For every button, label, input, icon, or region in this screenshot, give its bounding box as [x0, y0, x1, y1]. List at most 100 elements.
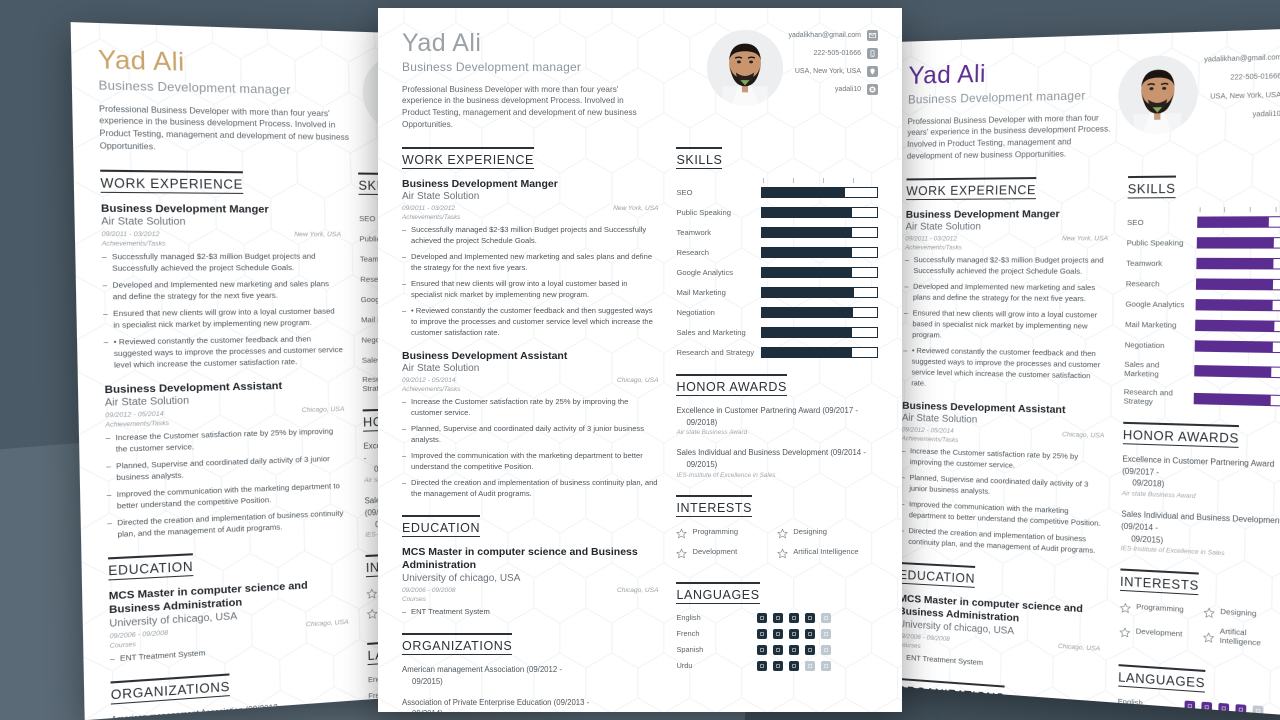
skype-icon[interactable]: S	[867, 84, 878, 95]
skill-row: Sales and Marketing	[676, 327, 878, 339]
skill-bar	[1194, 364, 1280, 378]
skill-bar	[761, 307, 878, 319]
skill-row: Sales and Marketing	[1124, 360, 1280, 382]
job-bullet: Successfully managed $2-$3 million Budge…	[402, 224, 658, 246]
header-identity: Yad Ali Business Development manager Profe…	[97, 45, 364, 156]
language-level-dot	[789, 612, 800, 623]
skill-row: Google Analytics	[1125, 299, 1280, 312]
language-level-dot	[773, 628, 784, 639]
right-resume-card[interactable]: Yad Ali Business Development manager Profe…	[873, 27, 1280, 718]
job-bullet: Increase the Customer satisfaction rate …	[402, 396, 658, 418]
language-level-dot	[1201, 701, 1213, 713]
job-dates: 09/2012 - 05/2014	[105, 410, 164, 420]
interest-item: Artifical Intelligence	[777, 546, 878, 559]
section-interests: INTERESTS Programming Designing Development…	[1119, 568, 1280, 659]
avatar	[1117, 54, 1198, 135]
skill-label: Teamwork	[676, 228, 712, 238]
language-level	[1184, 700, 1264, 717]
award-entry: Sales Individual and Business Developmen…	[676, 447, 878, 478]
job-bullet-list: Increase the Customer satisfaction rate …	[900, 445, 1104, 556]
resume-document: Yad Ali Business Development manager Profe…	[378, 8, 902, 712]
header-identity: Yad Ali Business Development manager Profe…	[907, 57, 1119, 163]
star-icon	[676, 546, 688, 559]
star-icon	[1119, 624, 1131, 636]
job-entry: Business Development Manger Air State Sol…	[101, 202, 344, 371]
award-entry: Excellence in Customer Partnering Award …	[676, 405, 878, 436]
skill-bar	[1195, 278, 1280, 291]
resume-right-column: SKILLS SEO Public Speaking Teamwork Research…	[676, 131, 878, 712]
job-bullet: Planned, Supervise and coordinated daily…	[402, 423, 658, 445]
job-location: New York, USA	[613, 205, 659, 213]
contact-row: USA, New York, USA	[1203, 89, 1280, 103]
interest-label: Designing	[1220, 606, 1257, 619]
resume-columns: WORK EXPERIENCE Business Development Mang…	[402, 131, 878, 712]
job-title: Business Development Manger	[100, 202, 269, 216]
interest-label: Designing	[793, 526, 828, 536]
language-level-dot	[789, 628, 800, 639]
job-company: Air State Solution	[905, 221, 981, 233]
section-title-organizations: ORGANIZATIONS	[896, 678, 1005, 708]
section-title-languages: LANGUAGES	[676, 581, 760, 604]
skill-bar	[1195, 299, 1280, 312]
organization-line1: Association of Private Enterprise Educat…	[402, 697, 590, 707]
skill-bar	[1197, 216, 1280, 228]
language-level-dot	[805, 628, 816, 639]
language-level	[757, 612, 832, 623]
job-title: Business Development Assistant	[402, 350, 568, 363]
star-icon	[676, 526, 688, 539]
skill-row: Teamwork	[676, 227, 878, 239]
organization-item: Association of Private Enterprise Educat…	[402, 697, 658, 712]
skill-label: Public Speaking	[676, 208, 731, 218]
mail-icon[interactable]	[867, 30, 878, 41]
profile-summary: Professional Business Developer with mor…	[98, 103, 350, 152]
star-icon	[367, 606, 378, 618]
section-title-interests: INTERESTS	[1119, 568, 1200, 596]
resume-right-column: SKILLS SEO Public Speaking Teamwork Research…	[1116, 158, 1280, 717]
organization-line1: American management Association (09/2012…	[402, 665, 562, 675]
skill-label: SEO	[676, 188, 693, 198]
skill-label: Negotiation	[676, 308, 715, 318]
location-icon[interactable]	[867, 66, 878, 77]
section-skills: SKILLS SEO Public Speaking Teamwork Research…	[1123, 174, 1280, 410]
contact-text: yadalikhan@gmail.com	[1204, 54, 1280, 64]
skill-label: Research	[676, 248, 709, 258]
language-label: English	[1117, 696, 1143, 708]
contact-list: yadalikhan@gmail.com 222-505-01666 USA, Ne…	[1202, 52, 1280, 159]
skill-bar	[761, 287, 878, 299]
interest-item: Programming	[1119, 600, 1203, 616]
card-stage: Yad Ali Business Development manager Profe…	[0, 0, 1280, 720]
resume-header: Yad Ali Business Development manager Profe…	[402, 29, 878, 131]
skill-row: Teamwork	[1126, 257, 1280, 270]
section-education: EDUCATION MCS Master in computer science …	[108, 546, 349, 665]
job-subheading: Achievements/Tasks	[402, 386, 461, 394]
section-title-honor_awards: HONOR AWARDS	[1122, 421, 1240, 448]
job-location: Chicago, USA	[301, 405, 345, 415]
skill-row: Mail Marketing	[1125, 319, 1280, 333]
language-level-dot	[1218, 703, 1230, 715]
skill-row: Negotiation	[1124, 339, 1280, 354]
skill-label: Google Analytics	[1125, 299, 1185, 310]
language-level-dot	[821, 612, 832, 623]
language-row: French	[676, 628, 878, 639]
section-languages: LANGUAGESEnglishFrenchSpanishUrdu	[1117, 664, 1280, 717]
job-bullet-list: Successfully managed $2-$3 million Budge…	[402, 224, 658, 338]
profile-summary: Professional Business Developer with mor…	[906, 112, 1111, 161]
section-education: EDUCATION MCS Master in computer science …	[402, 515, 658, 617]
job-dates: 09/2012 - 05/2014	[402, 377, 456, 385]
job-bullet: • Reviewed constantly the customer feedb…	[903, 345, 1106, 393]
section-interests: INTERESTS Programming Designing Development…	[676, 494, 878, 566]
language-level-dot	[773, 612, 784, 623]
job-bullet-list: Increase the Customer satisfaction rate …	[105, 425, 346, 540]
interest-item: Artifical Intelligence	[1203, 626, 1280, 650]
center-resume-card[interactable]: Yad Ali Business Development manager Profe…	[378, 8, 902, 712]
award-issuer: Air state Business Award	[676, 429, 748, 437]
phone-icon[interactable]	[867, 48, 878, 59]
education-subheading: Courses	[402, 596, 426, 604]
section-title-skills: SKILLS	[676, 147, 723, 170]
page-title: Yad Ali	[97, 45, 186, 77]
section-work-experience: WORK EXPERIENCE Business Development Mang…	[900, 176, 1110, 556]
job-meta: 09/2011 - 03/2012 New York, USA	[905, 235, 1108, 242]
job-location: New York, USA	[294, 231, 342, 239]
skill-label: Research and Strategy	[1123, 387, 1174, 407]
job-bullet: Planned, Supervise and coordinated daily…	[901, 472, 1104, 502]
